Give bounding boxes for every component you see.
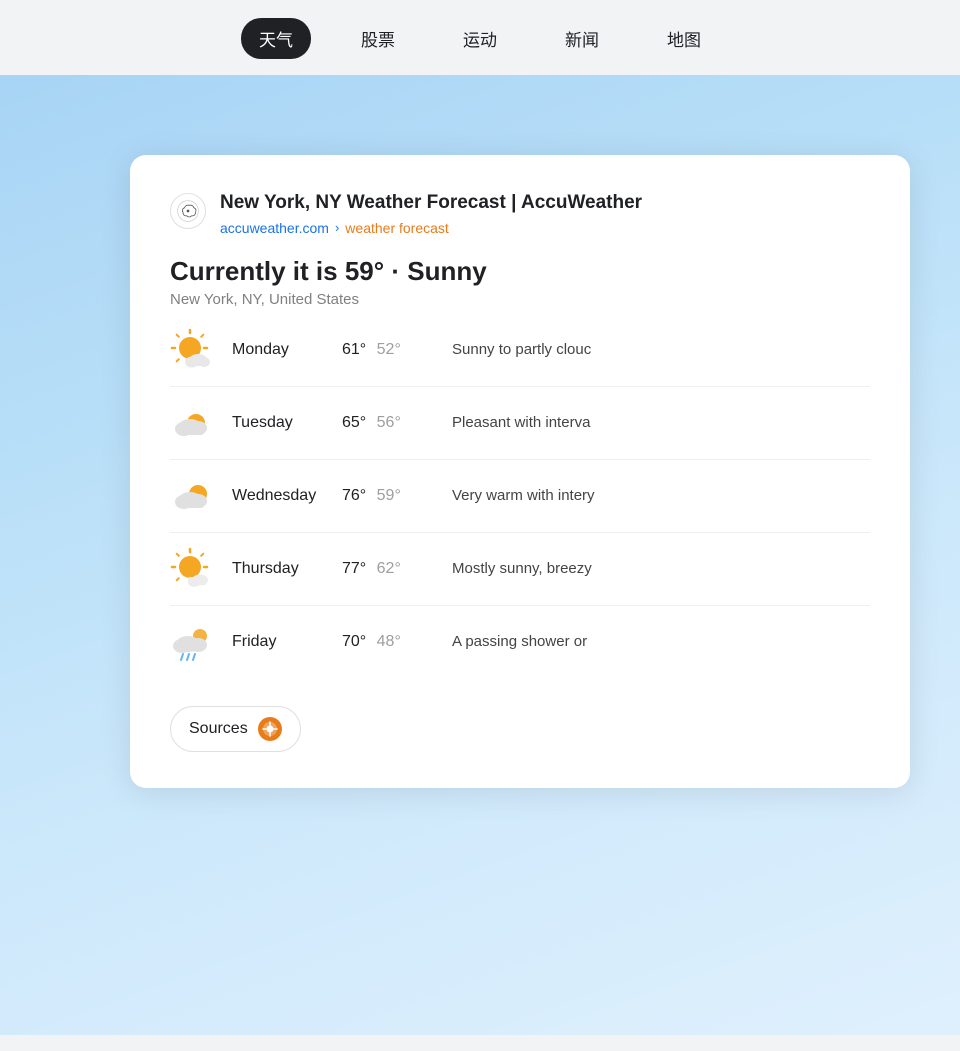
current-weather: Currently it is 59° · Sunny New York, NY…	[170, 256, 870, 308]
forecast-list: Monday 61° 52° Sunny to partly clouc	[170, 314, 870, 678]
temp-low: 48°	[377, 633, 401, 650]
site-info: New York, NY Weather Forecast | AccuWeat…	[220, 191, 642, 236]
current-temp: Currently it is 59° · Sunny	[170, 256, 870, 287]
breadcrumb-main[interactable]: accuweather.com	[220, 220, 329, 236]
temp-low: 56°	[377, 414, 401, 431]
top-navigation: 天气 股票 运动 新闻 地图	[0, 0, 960, 75]
temp-low: 59°	[377, 487, 401, 504]
temp-high: 77°	[342, 560, 366, 577]
sources-label: Sources	[189, 720, 248, 738]
table-row: Wednesday 76° 59° Very warm with intery	[170, 460, 870, 533]
table-row: Tuesday 65° 56° Pleasant with interva	[170, 387, 870, 460]
breadcrumb-sub[interactable]: weather forecast	[345, 220, 449, 236]
nav-item-stocks[interactable]: 股票	[343, 18, 413, 59]
forecast-temps-monday: 61° 52°	[342, 341, 452, 359]
forecast-day-monday: Monday	[232, 341, 342, 359]
site-title: New York, NY Weather Forecast | AccuWeat…	[220, 191, 642, 216]
weather-icon-tuesday	[170, 401, 214, 445]
site-logo	[170, 193, 206, 229]
breadcrumb-separator: ›	[335, 220, 339, 235]
nav-item-sports[interactable]: 运动	[445, 18, 515, 59]
sources-button[interactable]: Sources	[170, 706, 301, 752]
weather-card: New York, NY Weather Forecast | AccuWeat…	[130, 155, 910, 788]
forecast-day-thursday: Thursday	[232, 560, 342, 578]
forecast-temps-friday: 70° 48°	[342, 633, 452, 651]
forecast-day-wednesday: Wednesday	[232, 487, 342, 505]
temp-low: 52°	[377, 341, 401, 358]
weather-icon-monday	[170, 328, 214, 372]
forecast-day-friday: Friday	[232, 633, 342, 651]
forecast-temps-thursday: 77° 62°	[342, 560, 452, 578]
sources-icon	[258, 717, 282, 741]
weather-icon-wednesday	[170, 474, 214, 518]
table-row: Friday 70° 48° A passing shower or	[170, 606, 870, 678]
temp-high: 65°	[342, 414, 366, 431]
forecast-desc-thursday: Mostly sunny, breezy	[452, 560, 870, 577]
forecast-temps-tuesday: 65° 56°	[342, 414, 452, 432]
weather-icon-thursday	[170, 547, 214, 591]
temp-high: 76°	[342, 487, 366, 504]
nav-item-weather[interactable]: 天气	[241, 18, 311, 59]
temp-low: 62°	[377, 560, 401, 577]
temp-high: 70°	[342, 633, 366, 650]
table-row: Monday 61° 52° Sunny to partly clouc	[170, 314, 870, 387]
forecast-desc-monday: Sunny to partly clouc	[452, 341, 870, 358]
logo-icon	[177, 200, 199, 222]
weather-background: New York, NY Weather Forecast | AccuWeat…	[0, 75, 960, 1035]
current-location: New York, NY, United States	[170, 291, 870, 308]
forecast-desc-wednesday: Very warm with intery	[452, 487, 870, 504]
forecast-desc-tuesday: Pleasant with interva	[452, 414, 870, 431]
forecast-temps-wednesday: 76° 59°	[342, 487, 452, 505]
table-row: Thursday 77° 62° Mostly sunny, breezy	[170, 533, 870, 606]
nav-item-maps[interactable]: 地图	[649, 18, 719, 59]
breadcrumb: accuweather.com › weather forecast	[220, 220, 642, 236]
nav-item-news[interactable]: 新闻	[547, 18, 617, 59]
weather-icon-friday	[170, 620, 214, 664]
temp-high: 61°	[342, 341, 366, 358]
forecast-day-tuesday: Tuesday	[232, 414, 342, 432]
site-header: New York, NY Weather Forecast | AccuWeat…	[170, 191, 870, 236]
forecast-desc-friday: A passing shower or	[452, 633, 870, 650]
